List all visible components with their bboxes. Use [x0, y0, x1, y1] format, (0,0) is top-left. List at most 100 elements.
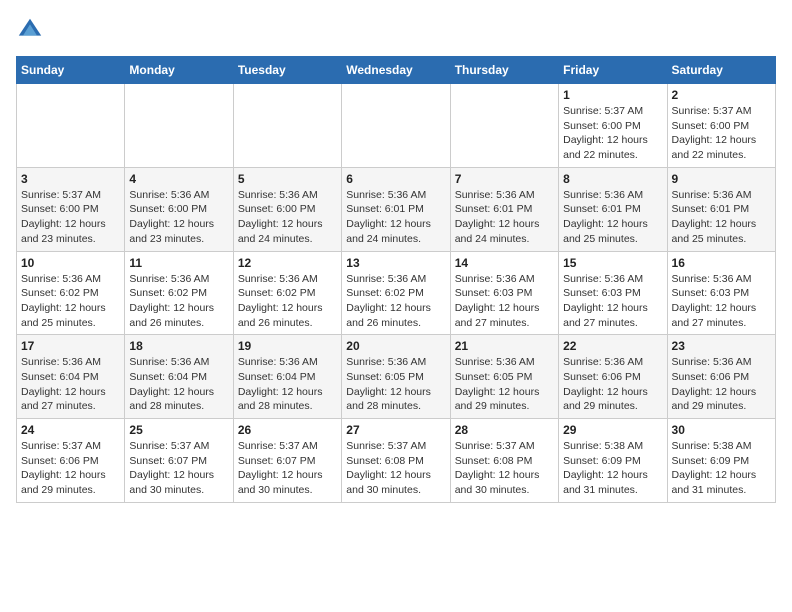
calendar-day-cell: 23 Sunrise: 5:36 AM Sunset: 6:06 PM Dayli… — [667, 335, 775, 419]
day-number: 3 — [21, 172, 120, 186]
day-info: Sunrise: 5:36 AM Sunset: 6:04 PM Dayligh… — [21, 355, 120, 414]
calendar-day-cell: 8 Sunrise: 5:36 AM Sunset: 6:01 PM Daylig… — [559, 167, 667, 251]
day-info: Sunrise: 5:36 AM Sunset: 6:01 PM Dayligh… — [563, 188, 662, 247]
page-header — [16, 16, 776, 44]
day-info: Sunrise: 5:37 AM Sunset: 6:08 PM Dayligh… — [455, 439, 554, 498]
day-info: Sunrise: 5:37 AM Sunset: 6:08 PM Dayligh… — [346, 439, 445, 498]
calendar-day-cell: 5 Sunrise: 5:36 AM Sunset: 6:00 PM Daylig… — [233, 167, 341, 251]
day-number: 1 — [563, 88, 662, 102]
day-number: 27 — [346, 423, 445, 437]
calendar-day-cell — [342, 84, 450, 168]
calendar-day-cell: 9 Sunrise: 5:36 AM Sunset: 6:01 PM Daylig… — [667, 167, 775, 251]
calendar-day-cell: 15Sunrise: 5:36 AM Sunset: 6:03 PM Dayli… — [559, 251, 667, 335]
calendar-day-cell: 2 Sunrise: 5:37 AM Sunset: 6:00 PM Daylig… — [667, 84, 775, 168]
calendar-table: SundayMondayTuesdayWednesdayThursdayFrid… — [16, 56, 776, 503]
day-info: Sunrise: 5:36 AM Sunset: 6:03 PM Dayligh… — [563, 272, 662, 331]
day-number: 17 — [21, 339, 120, 353]
calendar-day-cell: 12 Sunrise: 5:36 AM Sunset: 6:02 PM Dayli… — [233, 251, 341, 335]
calendar-week-row: 3 Sunrise: 5:37 AM Sunset: 6:00 PM Daylig… — [17, 167, 776, 251]
calendar-day-cell: 26 Sunrise: 5:37 AM Sunset: 6:07 PM Dayli… — [233, 419, 341, 503]
calendar-day-cell: 21Sunrise: 5:36 AM Sunset: 6:05 PM Dayli… — [450, 335, 558, 419]
day-number: 26 — [238, 423, 337, 437]
day-info: Sunrise: 5:36 AM Sunset: 6:03 PM Dayligh… — [672, 272, 771, 331]
day-info: Sunrise: 5:37 AM Sunset: 6:07 PM Dayligh… — [238, 439, 337, 498]
day-info: Sunrise: 5:36 AM Sunset: 6:02 PM Dayligh… — [238, 272, 337, 331]
day-number: 23 — [672, 339, 771, 353]
day-number: 28 — [455, 423, 554, 437]
day-info: Sunrise: 5:36 AM Sunset: 6:04 PM Dayligh… — [129, 355, 228, 414]
day-info: Sunrise: 5:36 AM Sunset: 6:05 PM Dayligh… — [346, 355, 445, 414]
calendar-day-cell: 16 Sunrise: 5:36 AM Sunset: 6:03 PM Dayli… — [667, 251, 775, 335]
day-info: Sunrise: 5:36 AM Sunset: 6:03 PM Dayligh… — [455, 272, 554, 331]
logo-icon — [16, 16, 44, 44]
day-info: Sunrise: 5:38 AM Sunset: 6:09 PM Dayligh… — [563, 439, 662, 498]
day-of-week-header: Friday — [559, 57, 667, 84]
day-number: 10 — [21, 256, 120, 270]
day-number: 11 — [129, 256, 228, 270]
calendar-day-cell: 27 Sunrise: 5:37 AM Sunset: 6:08 PM Dayli… — [342, 419, 450, 503]
day-number: 14 — [455, 256, 554, 270]
calendar-day-cell: 1 Sunrise: 5:37 AM Sunset: 6:00 PM Daylig… — [559, 84, 667, 168]
calendar-day-cell — [125, 84, 233, 168]
day-number: 30 — [672, 423, 771, 437]
calendar-day-cell: 28 Sunrise: 5:37 AM Sunset: 6:08 PM Dayli… — [450, 419, 558, 503]
day-info: Sunrise: 5:36 AM Sunset: 6:01 PM Dayligh… — [346, 188, 445, 247]
calendar-day-cell: 11 Sunrise: 5:36 AM Sunset: 6:02 PM Dayli… — [125, 251, 233, 335]
day-of-week-header: Monday — [125, 57, 233, 84]
calendar-week-row: 10 Sunrise: 5:36 AM Sunset: 6:02 PM Dayli… — [17, 251, 776, 335]
day-number: 16 — [672, 256, 771, 270]
calendar-day-cell: 22Sunrise: 5:36 AM Sunset: 6:06 PM Dayli… — [559, 335, 667, 419]
day-info: Sunrise: 5:36 AM Sunset: 6:02 PM Dayligh… — [129, 272, 228, 331]
calendar-day-cell: 14 Sunrise: 5:36 AM Sunset: 6:03 PM Dayli… — [450, 251, 558, 335]
day-info: Sunrise: 5:36 AM Sunset: 6:00 PM Dayligh… — [238, 188, 337, 247]
calendar-day-cell: 4 Sunrise: 5:36 AM Sunset: 6:00 PM Daylig… — [125, 167, 233, 251]
calendar-day-cell: 6 Sunrise: 5:36 AM Sunset: 6:01 PM Daylig… — [342, 167, 450, 251]
calendar-day-cell: 10 Sunrise: 5:36 AM Sunset: 6:02 PM Dayli… — [17, 251, 125, 335]
calendar-day-cell: 20 Sunrise: 5:36 AM Sunset: 6:05 PM Dayli… — [342, 335, 450, 419]
day-info: Sunrise: 5:37 AM Sunset: 6:00 PM Dayligh… — [21, 188, 120, 247]
day-info: Sunrise: 5:37 AM Sunset: 6:07 PM Dayligh… — [129, 439, 228, 498]
day-info: Sunrise: 5:36 AM Sunset: 6:06 PM Dayligh… — [672, 355, 771, 414]
day-number: 20 — [346, 339, 445, 353]
day-info: Sunrise: 5:37 AM Sunset: 6:00 PM Dayligh… — [672, 104, 771, 163]
calendar-day-cell: 29 Sunrise: 5:38 AM Sunset: 6:09 PM Dayli… — [559, 419, 667, 503]
day-info: Sunrise: 5:37 AM Sunset: 6:00 PM Dayligh… — [563, 104, 662, 163]
day-number: 22 — [563, 339, 662, 353]
calendar-day-cell — [17, 84, 125, 168]
calendar-day-cell: 13 Sunrise: 5:36 AM Sunset: 6:02 PM Dayli… — [342, 251, 450, 335]
day-of-week-header: Tuesday — [233, 57, 341, 84]
day-number: 5 — [238, 172, 337, 186]
logo — [16, 16, 48, 44]
day-number: 18 — [129, 339, 228, 353]
calendar-day-cell: 7 Sunrise: 5:36 AM Sunset: 6:01 PM Daylig… — [450, 167, 558, 251]
calendar-day-cell: 19Sunrise: 5:36 AM Sunset: 6:04 PM Dayli… — [233, 335, 341, 419]
day-info: Sunrise: 5:36 AM Sunset: 6:02 PM Dayligh… — [346, 272, 445, 331]
day-number: 7 — [455, 172, 554, 186]
day-info: Sunrise: 5:36 AM Sunset: 6:01 PM Dayligh… — [455, 188, 554, 247]
calendar-day-cell: 25 Sunrise: 5:37 AM Sunset: 6:07 PM Dayli… — [125, 419, 233, 503]
calendar-day-cell: 24Sunrise: 5:37 AM Sunset: 6:06 PM Dayli… — [17, 419, 125, 503]
day-info: Sunrise: 5:38 AM Sunset: 6:09 PM Dayligh… — [672, 439, 771, 498]
day-number: 21 — [455, 339, 554, 353]
day-number: 29 — [563, 423, 662, 437]
day-info: Sunrise: 5:36 AM Sunset: 6:02 PM Dayligh… — [21, 272, 120, 331]
day-of-week-header: Sunday — [17, 57, 125, 84]
day-number: 25 — [129, 423, 228, 437]
day-info: Sunrise: 5:36 AM Sunset: 6:00 PM Dayligh… — [129, 188, 228, 247]
day-of-week-header: Saturday — [667, 57, 775, 84]
day-number: 9 — [672, 172, 771, 186]
day-info: Sunrise: 5:36 AM Sunset: 6:04 PM Dayligh… — [238, 355, 337, 414]
day-number: 4 — [129, 172, 228, 186]
calendar-day-cell: 18 Sunrise: 5:36 AM Sunset: 6:04 PM Dayli… — [125, 335, 233, 419]
day-info: Sunrise: 5:36 AM Sunset: 6:01 PM Dayligh… — [672, 188, 771, 247]
day-number: 6 — [346, 172, 445, 186]
calendar-header-row: SundayMondayTuesdayWednesdayThursdayFrid… — [17, 57, 776, 84]
day-number: 24 — [21, 423, 120, 437]
day-number: 8 — [563, 172, 662, 186]
day-number: 13 — [346, 256, 445, 270]
calendar-week-row: 1 Sunrise: 5:37 AM Sunset: 6:00 PM Daylig… — [17, 84, 776, 168]
calendar-week-row: 17 Sunrise: 5:36 AM Sunset: 6:04 PM Dayli… — [17, 335, 776, 419]
day-number: 12 — [238, 256, 337, 270]
calendar-day-cell: 17 Sunrise: 5:36 AM Sunset: 6:04 PM Dayli… — [17, 335, 125, 419]
day-number: 2 — [672, 88, 771, 102]
